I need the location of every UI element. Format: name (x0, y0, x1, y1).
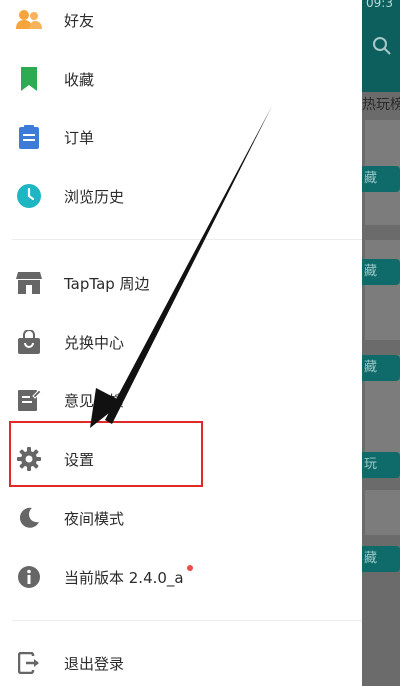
menu-label-favorites: 收藏 (64, 70, 95, 89)
menu-label-history: 浏览历史 (64, 187, 125, 206)
menu-label-version: 当前版本 2.4.0_a (64, 568, 184, 587)
order-icon (16, 124, 42, 150)
status-time: 09:3 (366, 0, 393, 10)
history-clock-icon (16, 183, 42, 209)
feedback-edit-icon (16, 387, 42, 413)
shopping-bag-icon (16, 329, 42, 355)
menu-item-redeem-center[interactable]: 兑换中心 (0, 317, 362, 367)
menu-label-redeem-center: 兑换中心 (64, 333, 125, 352)
menu-label-night-mode: 夜间模式 (64, 509, 125, 528)
moon-icon (16, 505, 42, 531)
info-icon (16, 564, 42, 590)
settings-highlight-box (9, 421, 203, 487)
menu-item-logout[interactable]: 退出登录 (0, 638, 362, 686)
bookmark-icon (16, 66, 42, 92)
background-card (365, 490, 400, 535)
menu-item-taptap-merch[interactable]: TapTap 周边 (0, 258, 362, 308)
menu-item-night-mode[interactable]: 夜间模式 (0, 493, 362, 543)
menu-label-friends: 好友 (64, 11, 95, 30)
menu-label-logout: 退出登录 (64, 654, 125, 673)
menu-item-favorites[interactable]: 收藏 (0, 54, 362, 104)
background-hot-text: 热玩榜 (362, 97, 400, 113)
friends-icon (16, 7, 42, 33)
menu-label-orders: 订单 (64, 128, 95, 147)
screen: 09:3 热玩榜 藏 藏 藏 玩 藏 好友 收藏 订单 浏览历史 TapTap … (0, 0, 400, 686)
menu-item-orders[interactable]: 订单 (0, 112, 362, 162)
menu-item-version[interactable]: 当前版本 2.4.0_a (0, 552, 362, 602)
menu-item-friends[interactable]: 好友 (0, 0, 362, 45)
menu-label-taptap-merch: TapTap 周边 (64, 274, 150, 293)
menu-item-feedback[interactable]: 意见反馈 (0, 375, 362, 425)
menu-divider (12, 620, 362, 621)
store-icon (16, 270, 42, 296)
search-icon[interactable] (372, 36, 392, 56)
update-badge-dot (187, 565, 193, 571)
menu-item-history[interactable]: 浏览历史 (0, 171, 362, 221)
menu-label-feedback: 意见反馈 (64, 391, 125, 410)
logout-icon (16, 650, 42, 676)
menu-divider (12, 239, 362, 240)
navigation-drawer: 好友 收藏 订单 浏览历史 TapTap 周边 兑换中心 意见反馈 设置 夜间模… (0, 0, 362, 686)
background-card (365, 240, 400, 340)
